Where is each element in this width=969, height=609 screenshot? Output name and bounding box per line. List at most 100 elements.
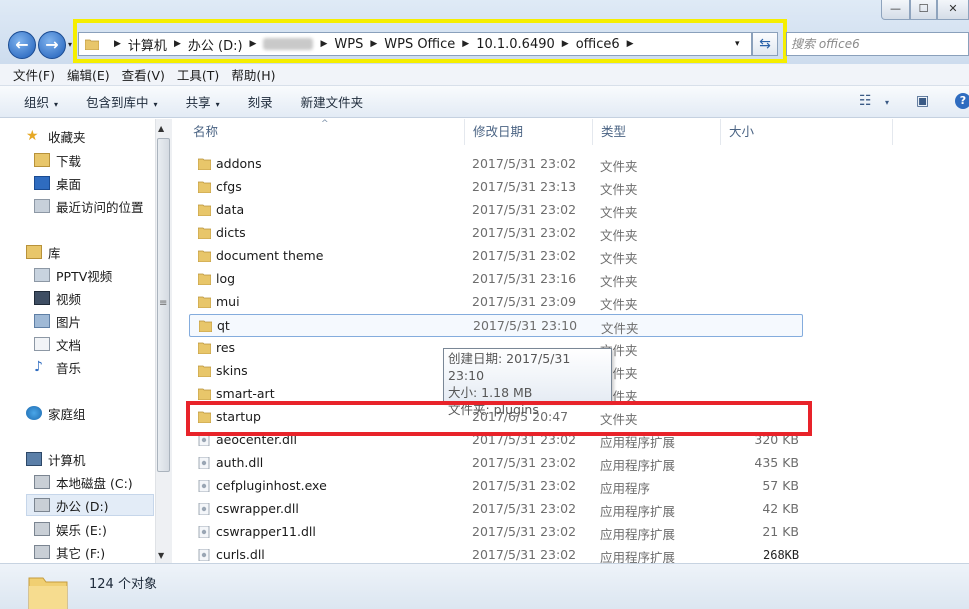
column-header-size[interactable]: 大小 bbox=[721, 119, 893, 145]
sidebar-item-documents[interactable]: 文档 bbox=[34, 333, 81, 355]
menu-bar: 文件(F) 编辑(E) 查看(V) 工具(T) 帮助(H) bbox=[0, 64, 969, 86]
share-label: 共享 bbox=[185, 95, 211, 110]
file-name: log bbox=[216, 271, 236, 286]
dll-file-icon bbox=[198, 503, 210, 515]
column-header-type[interactable]: 类型 bbox=[593, 119, 721, 145]
file-modified: 2017/5/31 23:02 bbox=[472, 202, 577, 217]
item-count: 124 个对象 bbox=[89, 577, 157, 592]
file-row[interactable]: cefpluginhost.exe 2017/5/31 23:02 应用程序 57 K… bbox=[189, 475, 803, 498]
folder-icon bbox=[198, 273, 211, 285]
file-name: cswrapper.dll bbox=[216, 501, 299, 516]
file-row[interactable]: addons 2017/5/31 23:02 文件夹 bbox=[189, 153, 803, 176]
sidebar-label: 计算机 bbox=[48, 452, 86, 468]
file-row[interactable]: cswrapper11.dll 2017/5/31 23:02 应用程序扩展 21 K… bbox=[189, 521, 803, 544]
view-options-icon[interactable]: ☷ bbox=[859, 93, 872, 109]
back-arrow-icon: ← bbox=[15, 35, 29, 54]
library-icon bbox=[26, 245, 42, 259]
sidebar-item-music[interactable]: ♪ 音乐 bbox=[34, 356, 81, 378]
file-type: 文件夹 bbox=[601, 321, 639, 336]
scroll-down-icon[interactable]: ▼ bbox=[158, 551, 164, 560]
sidebar-item-recent[interactable]: 最近访问的位置 bbox=[34, 195, 144, 217]
include-in-library-button[interactable]: 包含到库中 ▾ bbox=[86, 92, 158, 111]
file-type: 应用程序 bbox=[600, 481, 651, 496]
file-row[interactable]: qt 2017/5/31 23:10 文件夹 bbox=[189, 314, 803, 337]
sidebar-item-computer[interactable]: 计算机 bbox=[26, 448, 86, 470]
sidebar-label: 音乐 bbox=[56, 360, 82, 376]
new-folder-button[interactable]: 新建文件夹 bbox=[301, 92, 364, 111]
file-modified: 2017/5/31 23:02 bbox=[472, 225, 577, 240]
file-row[interactable]: curls.dll 2017/5/31 23:02 应用程序扩展 bbox=[189, 544, 803, 563]
sidebar-item-downloads[interactable]: 下载 bbox=[34, 149, 81, 171]
view-options-caret-icon[interactable]: ▾ bbox=[885, 98, 889, 107]
sidebar-item-pictures[interactable]: 图片 bbox=[34, 310, 81, 332]
file-row[interactable]: dicts 2017/5/31 23:02 文件夹 bbox=[189, 222, 803, 245]
large-folder-icon bbox=[28, 577, 68, 609]
file-list: 名称 ^ 修改日期 类型 大小 addons 2017/5/31 23:02 文件夹… bbox=[173, 119, 969, 563]
search-input[interactable]: 搜索 office6 bbox=[786, 32, 969, 56]
file-type: 文件夹 bbox=[600, 159, 638, 174]
file-size: 435 KB bbox=[754, 455, 799, 470]
help-icon[interactable]: ? bbox=[955, 93, 969, 109]
file-modified: 2017/5/31 23:02 bbox=[472, 501, 577, 516]
sidebar-label: 文档 bbox=[56, 337, 82, 353]
sidebar-item-drive-e[interactable]: 娱乐 (E:) bbox=[34, 518, 107, 540]
file-modified: 2017/5/31 23:10 bbox=[473, 318, 578, 333]
organize-button[interactable]: 组织 ▾ bbox=[24, 92, 58, 111]
folder-icon bbox=[198, 365, 211, 377]
command-bar: 组织 ▾ 包含到库中 ▾ 共享 ▾ 刻录 新建文件夹 bbox=[0, 86, 969, 118]
menu-view[interactable]: 查看(V) bbox=[122, 65, 165, 84]
file-name: skins bbox=[216, 363, 248, 378]
file-type: 应用程序扩展 bbox=[600, 527, 676, 542]
sidebar-item-homegroup[interactable]: 家庭组 bbox=[26, 402, 86, 424]
folder-icon bbox=[198, 342, 211, 354]
tooltip-size: 大小: 1.18 MB bbox=[448, 385, 533, 400]
recent-pages-dropdown[interactable]: ▾ bbox=[68, 40, 72, 49]
maximize-button[interactable]: ☐ bbox=[910, 0, 937, 20]
file-size: 42 KB bbox=[762, 501, 799, 516]
sidebar-item-libraries[interactable]: 库 bbox=[26, 241, 61, 263]
back-button[interactable]: ← bbox=[8, 31, 36, 59]
column-header-name[interactable]: 名称 bbox=[173, 119, 465, 145]
sidebar-item-favorites[interactable]: ★ 收藏夹 bbox=[26, 125, 86, 147]
file-name: auth.dll bbox=[216, 455, 264, 470]
forward-button[interactable]: → bbox=[38, 31, 66, 59]
tooltip-created: 创建日期: 2017/5/31 23:10 bbox=[448, 351, 571, 383]
file-name: cswrapper11.dll bbox=[216, 524, 316, 539]
folder-icon bbox=[198, 181, 211, 193]
burn-button[interactable]: 刻录 bbox=[248, 92, 273, 111]
file-name: curls.dll bbox=[216, 547, 265, 562]
scroll-up-icon[interactable]: ▲ bbox=[158, 124, 164, 133]
forward-arrow-icon: → bbox=[45, 35, 59, 54]
sidebar-item-drive-c[interactable]: 本地磁盘 (C:) bbox=[34, 471, 133, 493]
sidebar-item-drive-d[interactable]: 办公 (D:) bbox=[26, 494, 154, 516]
sidebar-label: 本地磁盘 (C:) bbox=[56, 475, 133, 491]
scroll-grip-icon: ≡ bbox=[159, 298, 168, 309]
drive-icon bbox=[34, 498, 50, 512]
file-row[interactable]: document theme 2017/5/31 23:02 文件夹 bbox=[189, 245, 803, 268]
caret-down-icon: ▾ bbox=[153, 100, 158, 109]
file-row[interactable]: cswrapper.dll 2017/5/31 23:02 应用程序扩展 42 KB bbox=[189, 498, 803, 521]
close-button[interactable]: ✕ bbox=[937, 0, 969, 20]
share-button[interactable]: 共享 ▾ bbox=[186, 92, 220, 111]
menu-help[interactable]: 帮助(H) bbox=[231, 65, 275, 84]
file-row[interactable]: log 2017/5/31 23:16 文件夹 bbox=[189, 268, 803, 291]
file-row[interactable]: data 2017/5/31 23:02 文件夹 bbox=[189, 199, 803, 222]
sidebar-item-videos[interactable]: 视频 bbox=[34, 287, 81, 309]
column-header-modified[interactable]: 修改日期 bbox=[465, 119, 593, 145]
file-name: res bbox=[216, 340, 236, 355]
sidebar-label: 视频 bbox=[56, 291, 82, 307]
dll-file-icon bbox=[198, 526, 210, 538]
preview-pane-icon[interactable]: ▣ bbox=[916, 93, 929, 109]
file-row[interactable]: cfgs 2017/5/31 23:13 文件夹 bbox=[189, 176, 803, 199]
menu-file[interactable]: 文件(F) bbox=[13, 65, 55, 84]
file-row[interactable]: auth.dll 2017/5/31 23:02 应用程序扩展 435 KB bbox=[189, 452, 803, 475]
minimize-button[interactable]: — bbox=[881, 0, 910, 20]
sidebar-item-desktop[interactable]: 桌面 bbox=[34, 172, 81, 194]
menu-tools[interactable]: 工具(T) bbox=[177, 65, 219, 84]
sidebar-item-pptv[interactable]: PPTV视频 bbox=[34, 264, 112, 286]
include-in-library-label: 包含到库中 bbox=[86, 95, 149, 110]
file-row[interactable]: mui 2017/5/31 23:09 文件夹 bbox=[189, 291, 803, 314]
startup-highlight-box bbox=[186, 401, 812, 436]
sidebar-item-drive-f[interactable]: 其它 (F:) bbox=[34, 541, 105, 563]
menu-edit[interactable]: 编辑(E) bbox=[67, 65, 110, 84]
